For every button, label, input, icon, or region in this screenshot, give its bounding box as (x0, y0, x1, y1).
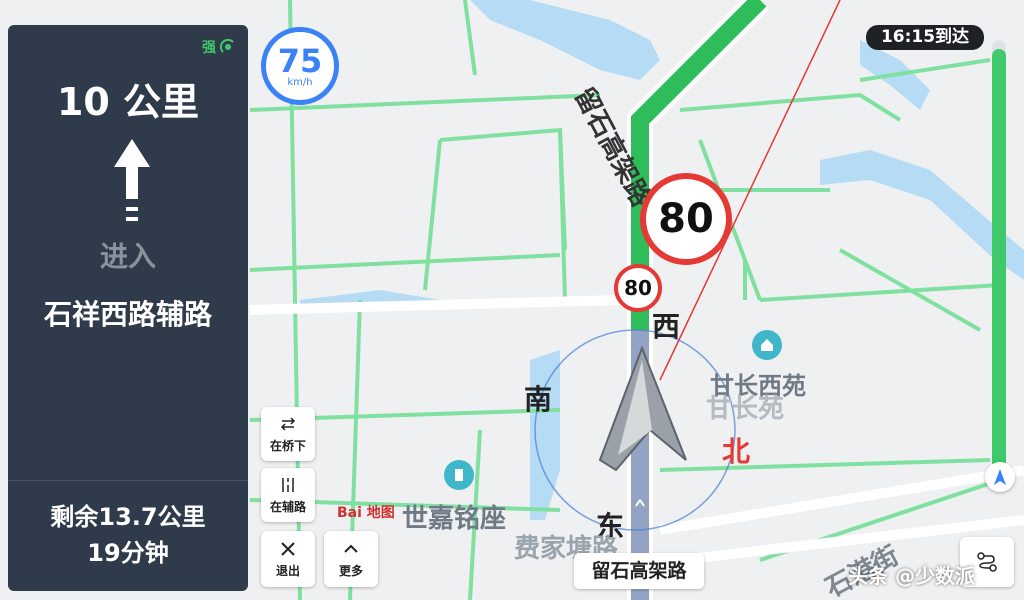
house-icon (761, 339, 773, 351)
aux-road-icon (282, 477, 294, 492)
remaining-time: 19分钟 (87, 539, 169, 567)
speed-unit: km/h (287, 76, 313, 88)
remaining-distance: 剩余13.7公里 (50, 503, 206, 531)
route-progress-bar (992, 40, 1006, 470)
watermark: 头条 @少数派 (848, 564, 975, 588)
panel-divider (8, 480, 248, 481)
straight-arrow-icon (114, 139, 150, 221)
compass-south: 南 (524, 383, 553, 416)
bridge-under-label: 在桥下 (269, 438, 306, 453)
next-turn-distance: 10 公里 (56, 80, 200, 124)
arrival-time: 16:15到达 (866, 25, 984, 50)
speed-limit-sign-large: 80 (640, 173, 732, 265)
route-icon (977, 552, 997, 572)
progress-car-marker (985, 462, 1015, 492)
aux-road-label: 在辅路 (269, 499, 306, 514)
poi-label-2[interactable]: 世嘉铭座 (402, 498, 506, 535)
signal-label: 强 (202, 40, 216, 56)
navigation-arrow-icon (994, 469, 1006, 485)
switch-road-icon (280, 416, 296, 431)
residential-poi-icon[interactable] (752, 330, 782, 360)
more-button[interactable]: 更多 (324, 531, 378, 587)
bridge-under-button[interactable]: 在桥下 (261, 407, 315, 461)
speed-value: 75 (277, 41, 323, 80)
building-icon (455, 469, 463, 481)
exit-button[interactable]: 退出 (261, 531, 315, 587)
exit-label: 退出 (275, 563, 300, 578)
compass-west: 西 (652, 310, 681, 343)
chevron-up-icon (344, 544, 358, 553)
compass-north: 北 (722, 435, 751, 468)
gps-signal-icon (220, 39, 234, 53)
next-road-name: 石祥西路辅路 (43, 298, 212, 331)
current-road-chip: 留石高架路 (574, 553, 704, 589)
building-poi-icon[interactable] (444, 460, 474, 490)
baidu-map-logo: Bai 地图 (337, 505, 395, 521)
more-label: 更多 (338, 563, 363, 578)
guidance-panel: 强 10 公里 进入 石祥西路辅路 剩余13.7公里 19分钟 (8, 25, 248, 591)
route-progress-fill (992, 48, 1006, 470)
poi-label-1-faded: 甘长苑 (706, 394, 785, 424)
remaining-info: 剩余13.7公里 19分钟 (8, 499, 248, 571)
close-icon (281, 541, 295, 556)
current-speed: 75 km/h (261, 27, 339, 105)
gps-signal: 强 (202, 37, 236, 57)
turn-action: 进入 (99, 240, 156, 273)
aux-road-button[interactable]: 在辅路 (261, 468, 315, 522)
